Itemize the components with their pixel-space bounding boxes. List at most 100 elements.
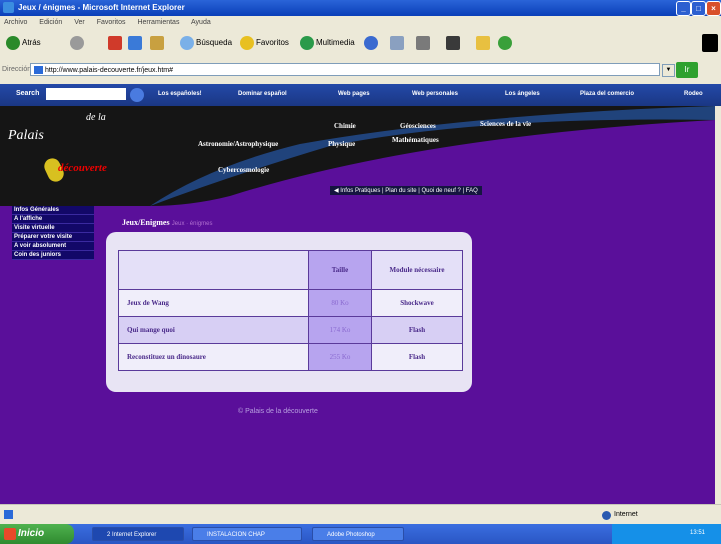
game-module-link[interactable]: Flash: [371, 316, 463, 344]
table-header-row: Taille Module nécessaire: [118, 250, 463, 290]
scrollbar[interactable]: [715, 106, 721, 504]
topic-mathematiques[interactable]: Mathématiques: [392, 136, 439, 144]
page-footer: © Palais de la découverte: [238, 408, 318, 415]
game-size: 255 Ko: [308, 343, 372, 371]
site-logo[interactable]: [0, 106, 150, 206]
go-button[interactable]: Ir: [676, 62, 698, 78]
side-nav: Infos Générales A l'affiche Visite virtu…: [12, 206, 94, 260]
edit-button[interactable]: [446, 36, 462, 50]
link-2[interactable]: Dominar español: [238, 91, 287, 97]
subnav-quoi-de-neuf[interactable]: Quoi de neuf ?: [422, 188, 461, 194]
game-name-link[interactable]: Jeux de Wang: [118, 289, 309, 317]
home-button[interactable]: [150, 36, 166, 50]
print-button[interactable]: [416, 36, 432, 50]
game-module-link[interactable]: Flash: [371, 343, 463, 371]
edit-icon: [446, 36, 460, 50]
refresh-icon: [128, 36, 142, 50]
menu-ver[interactable]: Ver: [74, 19, 85, 26]
link-3[interactable]: Web pages: [338, 91, 370, 97]
mail-icon: [390, 36, 404, 50]
globe-icon: [602, 511, 611, 520]
back-arrow-icon: [6, 36, 20, 50]
address-input[interactable]: http://www.palais-decouverte.fr/jeux.htm…: [30, 63, 660, 76]
sidenav-infos-generales[interactable]: Infos Générales: [12, 206, 94, 215]
printer-icon: [416, 36, 430, 50]
game-size: 174 Ko: [308, 316, 372, 344]
taskbar: Inicio 2 Internet Explorer INSTALACION C…: [0, 524, 721, 544]
forward-button[interactable]: [70, 36, 86, 50]
address-dropdown-icon[interactable]: ▼: [662, 64, 675, 77]
page-icon: [34, 66, 43, 74]
menu-edicion[interactable]: Edición: [39, 19, 62, 26]
toolbar-search-input[interactable]: [46, 88, 126, 100]
refresh-button[interactable]: [128, 36, 144, 50]
task-photoshop[interactable]: Adobe Photoshop: [312, 527, 404, 541]
address-label: Dirección: [2, 66, 32, 73]
topic-astronomie[interactable]: Astronomie/Astrophysique: [198, 140, 278, 148]
sidenav-preparer-visite[interactable]: Préparer votre visite: [12, 233, 94, 242]
subnav-plan[interactable]: Plan du site: [385, 188, 416, 194]
topic-physique[interactable]: Physique: [328, 140, 355, 148]
minimize-button[interactable]: _: [676, 1, 691, 16]
topic-sciences-vie[interactable]: Sciences de la vie: [480, 120, 531, 128]
maximize-button[interactable]: □: [691, 1, 706, 16]
back-triangle-icon[interactable]: ◀: [334, 188, 339, 194]
star-icon: [240, 36, 254, 50]
menu-herramientas[interactable]: Herramientas: [137, 19, 179, 26]
messenger-button[interactable]: [498, 36, 514, 50]
topic-cybercosmologie[interactable]: Cybercosmologie: [218, 166, 269, 174]
menu-favoritos[interactable]: Favoritos: [97, 19, 126, 26]
header-module: Module nécessaire: [371, 250, 463, 290]
topic-chimie[interactable]: Chimie: [334, 122, 356, 130]
link-4[interactable]: Web personales: [412, 91, 458, 97]
forward-arrow-icon: [70, 36, 84, 50]
messenger-icon: [498, 36, 512, 50]
topic-geosciences[interactable]: Géosciences: [400, 122, 436, 130]
breadcrumb: Jeux/Enigmes Jeux · énigmes: [122, 218, 212, 227]
link-1[interactable]: Los españoles!: [158, 91, 202, 97]
toolbar: Atrás Búsqueda Favoritos Multimedia: [0, 30, 721, 59]
search-label: Search: [16, 90, 40, 97]
sidenav-coin-juniors[interactable]: Coin des juniors: [12, 251, 94, 260]
menu-archivo[interactable]: Archivo: [4, 19, 27, 26]
media-icon: [300, 36, 314, 50]
logo-palais: Palais: [8, 128, 44, 143]
search-button[interactable]: Búsqueda: [180, 36, 232, 50]
table-row: Qui mange quoi 174 Ko Flash: [118, 316, 463, 344]
address-bar: Dirección http://www.palais-decouverte.f…: [0, 58, 721, 85]
game-module-link[interactable]: Shockwave: [371, 289, 463, 317]
sidenav-visite-virtuelle[interactable]: Visite virtuelle: [12, 224, 94, 233]
table-row: Reconstituez un dinosaure 255 Ko Flash: [118, 343, 463, 371]
stop-button[interactable]: [108, 36, 124, 50]
ie-icon: [3, 2, 14, 13]
breadcrumb-main: Jeux/Enigmes: [122, 218, 170, 227]
security-zone: Internet: [614, 511, 638, 518]
task-internet-explorer[interactable]: 2 Internet Explorer: [92, 527, 184, 541]
sidenav-affiche[interactable]: A l'affiche: [12, 215, 94, 224]
subnav-faq[interactable]: FAQ: [466, 188, 478, 194]
stop-icon: [108, 36, 122, 50]
game-name-link[interactable]: Reconstituez un dinosaure: [118, 343, 309, 371]
close-button[interactable]: ×: [706, 1, 721, 16]
task-instalacion[interactable]: INSTALACION CHAP: [192, 527, 302, 541]
menu-ayuda[interactable]: Ayuda: [191, 19, 211, 26]
back-button[interactable]: Atrás: [6, 36, 41, 50]
toolbar-search-icon[interactable]: [130, 88, 144, 102]
link-7[interactable]: Rodeo: [684, 91, 703, 97]
favorites-button[interactable]: Favoritos: [240, 36, 289, 50]
history-button[interactable]: [364, 36, 380, 50]
folder-icon: [476, 36, 490, 50]
subnav-infos[interactable]: Infos Pratiques: [340, 188, 380, 194]
window-title: Jeux / énigmes - Microsoft Internet Expl…: [18, 3, 185, 12]
sidenav-a-voir[interactable]: A voir absolument: [12, 242, 94, 251]
link-5[interactable]: Los ángeles: [505, 91, 540, 97]
breadcrumb-sub: Jeux · énigmes: [171, 221, 213, 227]
logo-de: de la: [86, 112, 106, 123]
link-6[interactable]: Plaza del comercio: [580, 91, 634, 97]
mail-button[interactable]: [390, 36, 406, 50]
menu-bar: Archivo Edición Ver Favoritos Herramient…: [0, 16, 721, 30]
multimedia-button[interactable]: Multimedia: [300, 36, 355, 50]
game-name-link[interactable]: Qui mange quoi: [118, 316, 309, 344]
folder-button[interactable]: [476, 36, 492, 50]
games-panel: Taille Module nécessaire Jeux de Wang 80…: [106, 232, 472, 392]
